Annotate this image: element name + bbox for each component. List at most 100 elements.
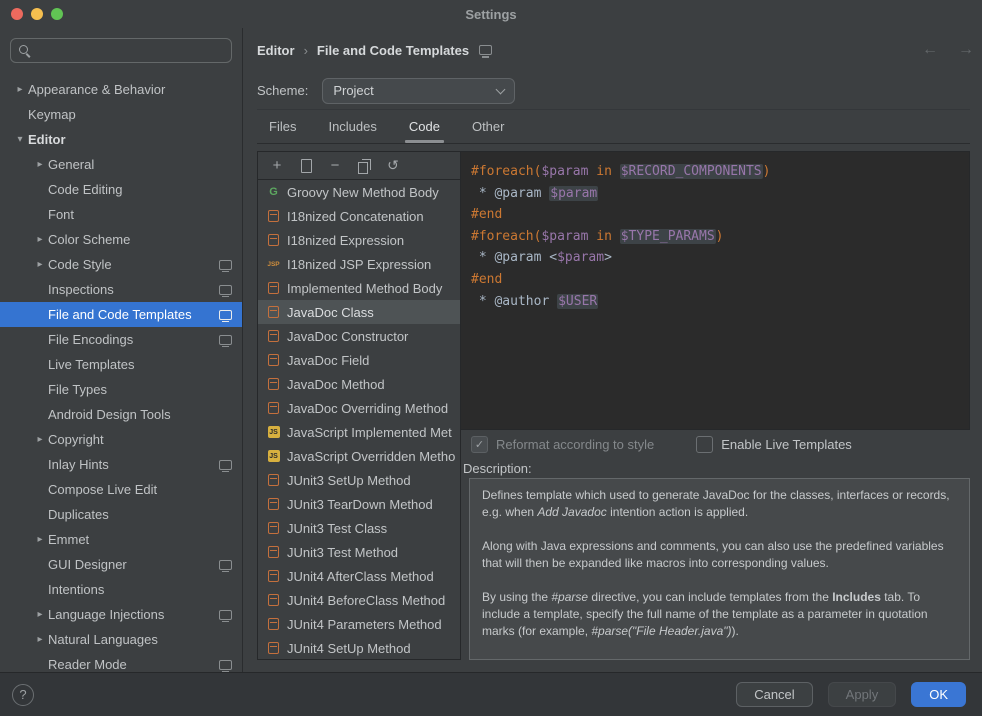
template-item-label: I18nized Expression bbox=[287, 233, 404, 248]
sidebar-item-copyright[interactable]: ▸Copyright bbox=[0, 427, 242, 452]
sidebar-item-inlay-hints[interactable]: Inlay Hints bbox=[0, 452, 242, 477]
add-template-icon[interactable] bbox=[269, 158, 285, 174]
sidebar-item-emmet[interactable]: ▸Emmet bbox=[0, 527, 242, 552]
description-paragraph: Predefined variables take the following … bbox=[482, 657, 957, 660]
window-controls bbox=[11, 8, 63, 20]
sidebar-item-file-encodings[interactable]: File Encodings bbox=[0, 327, 242, 352]
copy-template-icon[interactable] bbox=[356, 158, 372, 174]
monitor-icon bbox=[219, 260, 232, 270]
template-item-javadoc-method[interactable]: JavaDoc Method bbox=[258, 372, 460, 396]
template-item-junit3-teardown-method[interactable]: JUnit3 TearDown Method bbox=[258, 492, 460, 516]
template-file-icon bbox=[265, 594, 282, 606]
description-paragraph: Defines template which used to generate … bbox=[482, 487, 957, 521]
search-input[interactable] bbox=[10, 38, 232, 63]
sidebar-item-natural-languages[interactable]: ▸Natural Languages bbox=[0, 627, 242, 652]
template-item-i18nized-concatenation[interactable]: I18nized Concatenation bbox=[258, 204, 460, 228]
search-icon bbox=[18, 44, 31, 57]
sidebar-item-color-scheme[interactable]: ▸Color Scheme bbox=[0, 227, 242, 252]
template-item-junit4-afterclass-method[interactable]: JUnit4 AfterClass Method bbox=[258, 564, 460, 588]
sidebar-item-label: File and Code Templates bbox=[48, 307, 192, 322]
sidebar-item-android-design-tools[interactable]: Android Design Tools bbox=[0, 402, 242, 427]
sidebar-item-editor[interactable]: ▾Editor bbox=[0, 127, 242, 152]
template-item-groovy-new-method-body[interactable]: GGroovy New Method Body bbox=[258, 180, 460, 204]
chevron-right-icon[interactable]: ▸ bbox=[32, 159, 48, 170]
template-item-junit4-parameters-method[interactable]: JUnit4 Parameters Method bbox=[258, 612, 460, 636]
sidebar-item-font[interactable]: Font bbox=[0, 202, 242, 227]
forward-icon[interactable]: → bbox=[958, 41, 974, 59]
help-button[interactable]: ? bbox=[12, 684, 34, 706]
template-item-javadoc-constructor[interactable]: JavaDoc Constructor bbox=[258, 324, 460, 348]
sidebar-item-label: Android Design Tools bbox=[48, 407, 171, 422]
tab-includes[interactable]: Includes bbox=[316, 110, 388, 143]
back-icon[interactable]: ← bbox=[922, 41, 938, 59]
sidebar-item-file-and-code-templates[interactable]: File and Code Templates bbox=[0, 302, 242, 327]
sidebar-item-label: Language Injections bbox=[48, 607, 164, 622]
sidebar-item-inspections[interactable]: Inspections bbox=[0, 277, 242, 302]
sidebar-item-gui-designer[interactable]: GUI Designer bbox=[0, 552, 242, 577]
ok-button[interactable]: OK bbox=[911, 682, 966, 707]
sidebar-item-keymap[interactable]: Keymap bbox=[0, 102, 242, 127]
js-file-icon: JS bbox=[265, 450, 282, 462]
minimize-button[interactable] bbox=[31, 8, 43, 20]
template-item-junit3-test-method[interactable]: JUnit3 Test Method bbox=[258, 540, 460, 564]
template-item-junit4-setup-method[interactable]: JUnit4 SetUp Method bbox=[258, 636, 460, 659]
sidebar-item-intentions[interactable]: Intentions bbox=[0, 577, 242, 602]
sidebar-item-label: Natural Languages bbox=[48, 632, 158, 647]
sidebar-item-general[interactable]: ▸General bbox=[0, 152, 242, 177]
template-item-label: JUnit4 AfterClass Method bbox=[287, 569, 434, 584]
sidebar-item-label: Font bbox=[48, 207, 74, 222]
create-child-template-icon[interactable] bbox=[298, 158, 314, 174]
template-editor[interactable]: #foreach($param in $RECORD_COMPONENTS) *… bbox=[461, 151, 970, 430]
chevron-right-icon[interactable]: ▸ bbox=[32, 609, 48, 620]
sidebar-item-reader-mode[interactable]: Reader Mode bbox=[0, 652, 242, 672]
template-item-i18nized-jsp-expression[interactable]: JSPI18nized JSP Expression bbox=[258, 252, 460, 276]
template-file-icon bbox=[265, 642, 282, 654]
sidebar-item-label: Intentions bbox=[48, 582, 104, 597]
chevron-right-icon[interactable]: ▸ bbox=[32, 534, 48, 545]
chevron-right-icon[interactable]: ▸ bbox=[32, 259, 48, 270]
sidebar-item-live-templates[interactable]: Live Templates bbox=[0, 352, 242, 377]
sidebar-item-code-editing[interactable]: Code Editing bbox=[0, 177, 242, 202]
template-item-label: JUnit3 SetUp Method bbox=[287, 473, 411, 488]
live-templates-checkbox[interactable]: Enable Live Templates bbox=[696, 436, 852, 453]
template-item-i18nized-expression[interactable]: I18nized Expression bbox=[258, 228, 460, 252]
sidebar-item-label: Reader Mode bbox=[48, 657, 127, 672]
chevron-down-icon[interactable]: ▾ bbox=[12, 134, 28, 145]
sidebar-item-compose-live-edit[interactable]: Compose Live Edit bbox=[0, 477, 242, 502]
chevron-right-icon[interactable]: ▸ bbox=[32, 634, 48, 645]
template-item-javadoc-field[interactable]: JavaDoc Field bbox=[258, 348, 460, 372]
chevron-right-icon[interactable]: ▸ bbox=[32, 234, 48, 245]
reset-to-default-icon[interactable] bbox=[385, 158, 401, 174]
window-title: Settings bbox=[465, 7, 516, 22]
sidebar-item-language-injections[interactable]: ▸Language Injections bbox=[0, 602, 242, 627]
sidebar-item-duplicates[interactable]: Duplicates bbox=[0, 502, 242, 527]
tab-code[interactable]: Code bbox=[397, 110, 452, 143]
template-item-junit3-setup-method[interactable]: JUnit3 SetUp Method bbox=[258, 468, 460, 492]
cancel-button[interactable]: Cancel bbox=[736, 682, 812, 707]
template-item-javadoc-overriding-method[interactable]: JavaDoc Overriding Method bbox=[258, 396, 460, 420]
tab-other[interactable]: Other bbox=[460, 110, 517, 143]
sidebar-item-label: File Encodings bbox=[48, 332, 133, 347]
template-item-javascript-overridden-metho[interactable]: JSJavaScript Overridden Metho bbox=[258, 444, 460, 468]
monitor-icon bbox=[219, 460, 232, 470]
sidebar-item-code-style[interactable]: ▸Code Style bbox=[0, 252, 242, 277]
apply-button[interactable]: Apply bbox=[828, 682, 897, 707]
monitor-icon bbox=[219, 660, 232, 670]
reformat-checkbox[interactable]: ✓ Reformat according to style bbox=[471, 436, 654, 453]
breadcrumb-editor[interactable]: Editor bbox=[257, 43, 295, 58]
maximize-button[interactable] bbox=[51, 8, 63, 20]
sidebar-item-file-types[interactable]: File Types bbox=[0, 377, 242, 402]
monitor-icon bbox=[219, 310, 232, 320]
close-button[interactable] bbox=[11, 8, 23, 20]
remove-template-icon[interactable] bbox=[327, 158, 343, 174]
template-item-javadoc-class[interactable]: JavaDoc Class bbox=[258, 300, 460, 324]
template-item-implemented-method-body[interactable]: Implemented Method Body bbox=[258, 276, 460, 300]
scheme-dropdown[interactable]: Project bbox=[322, 78, 515, 104]
template-item-junit3-test-class[interactable]: JUnit3 Test Class bbox=[258, 516, 460, 540]
template-item-junit4-beforeclass-method[interactable]: JUnit4 BeforeClass Method bbox=[258, 588, 460, 612]
template-item-javascript-implemented-met[interactable]: JSJavaScript Implemented Met bbox=[258, 420, 460, 444]
tab-files[interactable]: Files bbox=[257, 110, 308, 143]
chevron-right-icon[interactable]: ▸ bbox=[12, 84, 28, 95]
chevron-right-icon[interactable]: ▸ bbox=[32, 434, 48, 445]
sidebar-item-appearance-behavior[interactable]: ▸Appearance & Behavior bbox=[0, 77, 242, 102]
